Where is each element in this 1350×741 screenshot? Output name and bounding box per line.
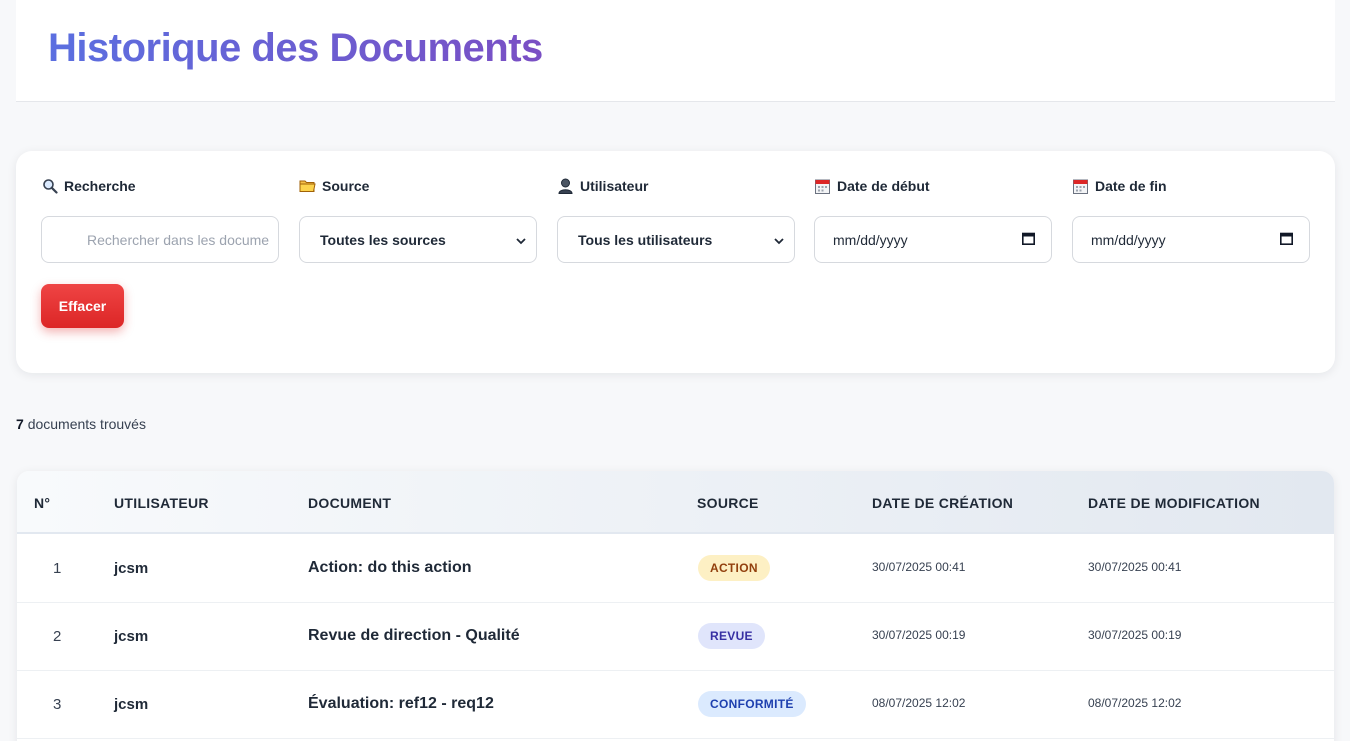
table-row[interactable]: 2 jcsm Revue de direction - Qualité REVU… <box>17 603 1334 671</box>
end-date-filter: Date de fin mm/dd/yyyy <box>1072 177 1310 263</box>
row-document[interactable]: Évaluation: ref12 - req12 <box>308 695 494 713</box>
user-filter: Utilisateur Tous les utilisateurs <box>557 177 795 263</box>
documents-table: N° Utilisateur Document Source Date de c… <box>17 471 1334 741</box>
row-created-date: 30/07/2025 00:41 <box>872 560 966 574</box>
row-user: jcsm <box>114 696 149 713</box>
column-header-user[interactable]: Utilisateur <box>114 495 209 511</box>
search-label: Recherche <box>41 177 279 195</box>
column-header-source[interactable]: Source <box>697 495 759 511</box>
start-date-label: Date de début <box>814 177 1052 195</box>
row-number: 1 <box>53 560 62 577</box>
table-row[interactable]: 3 jcsm Évaluation: ref12 - req12 CONFORM… <box>17 671 1334 739</box>
chevron-down-icon <box>516 232 526 248</box>
row-modified-date: 30/07/2025 00:41 <box>1088 560 1182 574</box>
row-source: ACTION <box>698 555 770 581</box>
table-row[interactable]: 1 jcsm Action: do this action ACTION 30/… <box>17 535 1334 603</box>
calendar-picker-icon[interactable] <box>1280 232 1293 248</box>
search-filter: Recherche Rechercher dans les docume <box>41 177 279 263</box>
row-created-date: 30/07/2025 00:19 <box>872 628 966 642</box>
source-filter: Source Toutes les sources <box>299 177 537 263</box>
page-title: Historique des Documents <box>48 26 543 70</box>
column-header-number[interactable]: N° <box>34 495 50 511</box>
source-badge: ACTION <box>698 555 770 581</box>
source-label: Source <box>299 177 537 195</box>
search-input[interactable]: Rechercher dans les docume <box>41 216 279 263</box>
folder-icon <box>299 178 316 194</box>
page-header: Historique des Documents <box>16 0 1335 102</box>
column-header-modified[interactable]: Date de modification <box>1088 495 1260 511</box>
column-header-created[interactable]: Date de création <box>872 495 1013 511</box>
results-count-label: documents trouvés <box>27 416 146 432</box>
results-count: 7 documents trouvés <box>16 416 146 432</box>
calendar-picker-icon[interactable] <box>1022 232 1035 248</box>
row-document[interactable]: Revue de direction - Qualité <box>308 627 520 645</box>
row-source: REVUE <box>698 623 765 649</box>
source-badge: CONFORMITÉ <box>698 691 806 717</box>
row-document[interactable]: Action: do this action <box>308 559 472 577</box>
user-label: Utilisateur <box>557 177 795 195</box>
row-source: CONFORMITÉ <box>698 691 806 717</box>
table-header: N° Utilisateur Document Source Date de c… <box>17 471 1334 534</box>
clear-button[interactable]: Effacer <box>41 284 124 328</box>
row-modified-date: 08/07/2025 12:02 <box>1088 696 1182 710</box>
row-created-date: 08/07/2025 12:02 <box>872 696 966 710</box>
calendar-icon <box>814 178 831 194</box>
end-date-label: Date de fin <box>1072 177 1310 195</box>
row-modified-date: 30/07/2025 00:19 <box>1088 628 1182 642</box>
row-user: jcsm <box>114 560 149 577</box>
start-date-filter: Date de début mm/dd/yyyy <box>814 177 1052 263</box>
source-badge: REVUE <box>698 623 765 649</box>
row-number: 2 <box>53 628 62 645</box>
calendar-icon <box>1072 178 1089 194</box>
magnifier-icon <box>41 178 58 194</box>
chevron-down-icon <box>774 232 784 248</box>
filter-panel: Recherche Rechercher dans les docume Sou… <box>16 151 1335 373</box>
start-date-input[interactable]: mm/dd/yyyy <box>814 216 1052 263</box>
results-count-number: 7 <box>16 416 24 432</box>
source-select[interactable]: Toutes les sources <box>299 216 537 263</box>
column-header-document[interactable]: Document <box>308 495 391 511</box>
row-number: 3 <box>53 696 62 713</box>
user-icon <box>557 178 574 194</box>
end-date-input[interactable]: mm/dd/yyyy <box>1072 216 1310 263</box>
user-select[interactable]: Tous les utilisateurs <box>557 216 795 263</box>
row-user: jcsm <box>114 628 149 645</box>
